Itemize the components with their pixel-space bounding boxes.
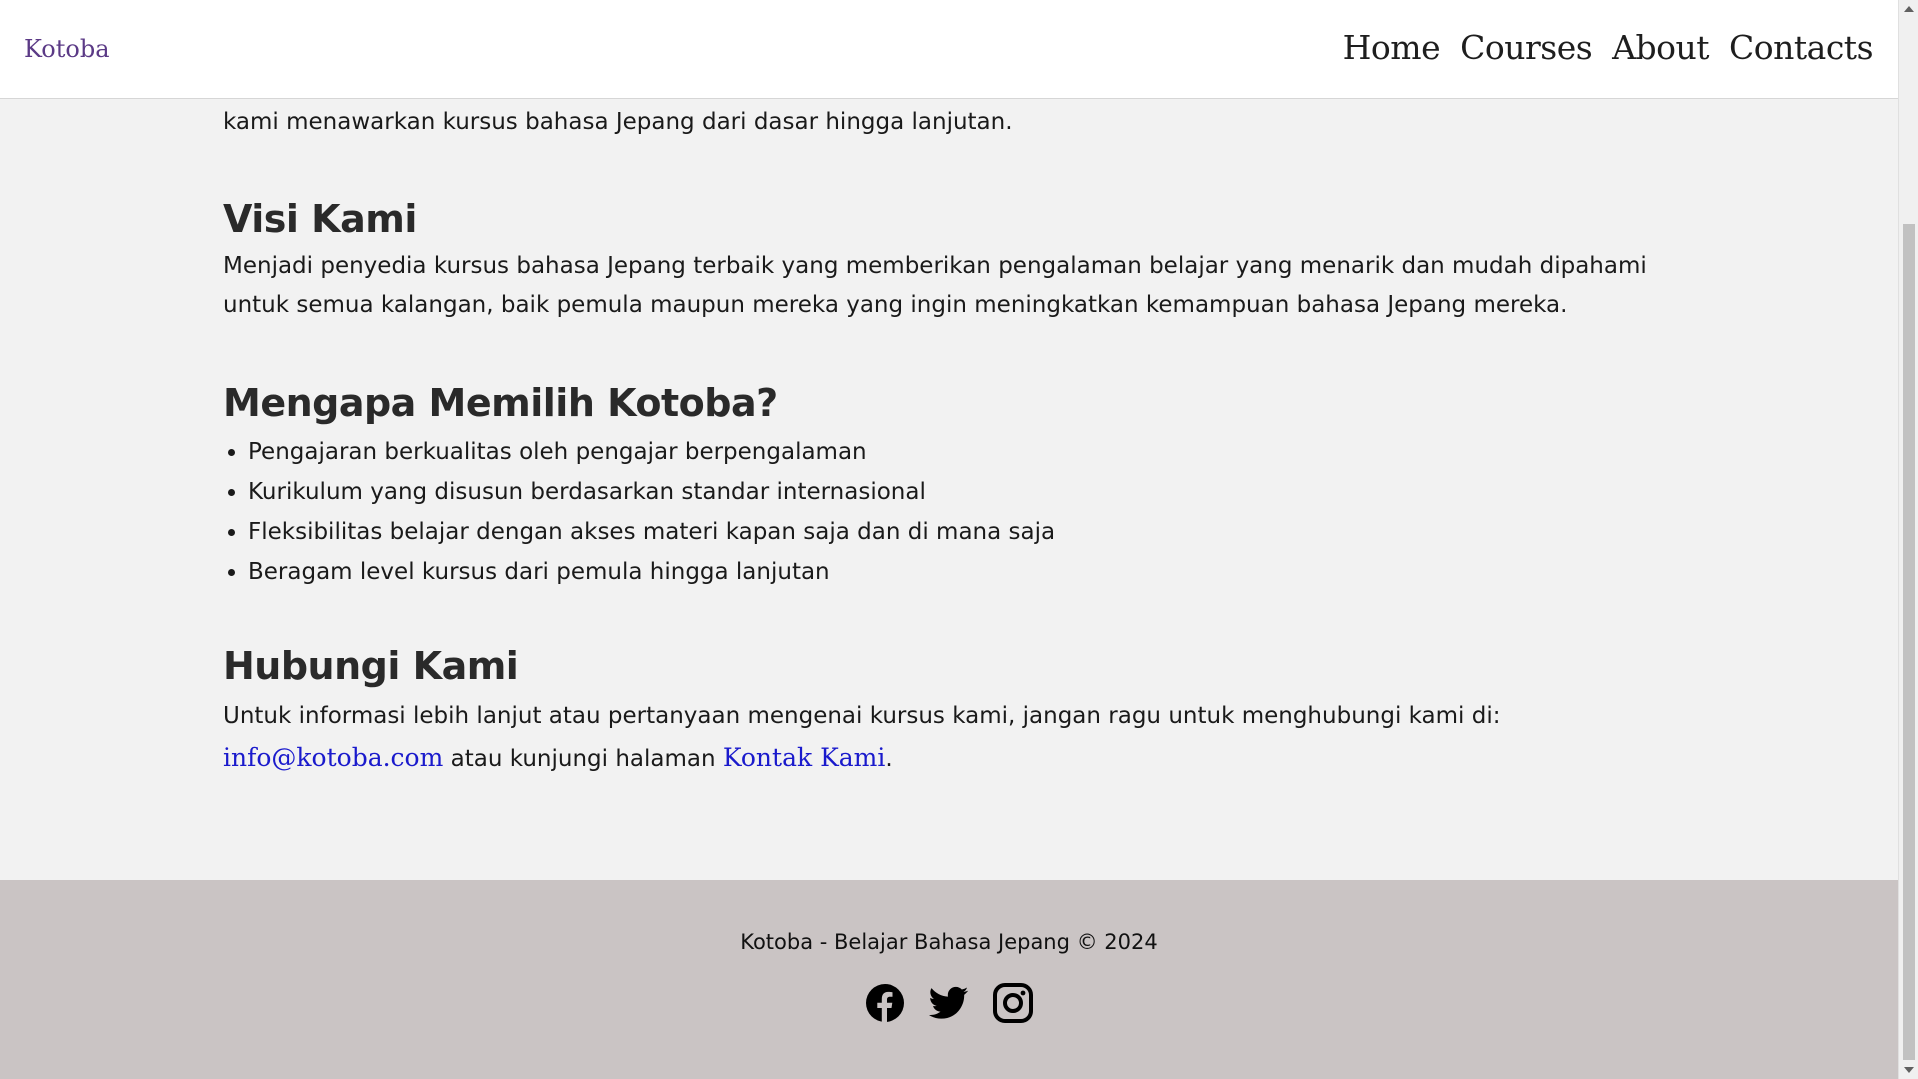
why-heading: Mengapa Memilih Kotoba? bbox=[223, 381, 778, 425]
nav-about[interactable]: About bbox=[1612, 28, 1709, 67]
vertical-scrollbar[interactable] bbox=[1898, 0, 1918, 1079]
contact-text-after: . bbox=[885, 746, 893, 772]
list-item: Kurikulum yang disusun berdasarkan stand… bbox=[248, 472, 1055, 512]
brand-logo-link[interactable]: Kotoba bbox=[24, 35, 110, 63]
contact-text: Untuk informasi lebih lanjut atau pertan… bbox=[223, 695, 1663, 780]
page: Kotoba Home Courses About Contacts kami … bbox=[0, 0, 1918, 1079]
why-list: Pengajaran berkualitas oleh pengajar ber… bbox=[223, 432, 1055, 592]
twitter-icon[interactable] bbox=[929, 983, 969, 1023]
scroll-down-arrow-icon[interactable] bbox=[1904, 1067, 1914, 1073]
contact-heading: Hubungi Kami bbox=[223, 644, 519, 688]
nav-contacts[interactable]: Contacts bbox=[1729, 28, 1873, 67]
instagram-icon[interactable] bbox=[993, 983, 1033, 1023]
list-item: Fleksibilitas belajar dengan akses mater… bbox=[248, 512, 1055, 552]
nav-home[interactable]: Home bbox=[1343, 28, 1441, 67]
email-link[interactable]: info@kotoba.com bbox=[223, 743, 443, 772]
contact-text-middle: atau kunjungi halaman bbox=[443, 746, 723, 772]
visi-heading: Visi Kami bbox=[223, 197, 417, 241]
scroll-up-arrow-icon[interactable] bbox=[1904, 6, 1914, 12]
visi-text: Menjadi penyedia kursus bahasa Jepang te… bbox=[223, 253, 1647, 318]
site-header: Kotoba Home Courses About Contacts bbox=[0, 0, 1898, 99]
list-item: Beragam level kursus dari pemula hingga … bbox=[248, 552, 1055, 592]
social-links bbox=[0, 983, 1898, 1023]
contact-page-link[interactable]: Kontak Kami bbox=[723, 743, 886, 772]
footer-copyright: Kotoba - Belajar Bahasa Jepang © 2024 bbox=[740, 930, 1158, 954]
intro-text: kami menawarkan kursus bahasa Jepang dar… bbox=[223, 109, 1013, 135]
list-item: Pengajaran berkualitas oleh pengajar ber… bbox=[248, 432, 1055, 472]
facebook-icon[interactable] bbox=[865, 983, 905, 1023]
main-nav: Home Courses About Contacts bbox=[1343, 28, 1874, 67]
contact-text-before: Untuk informasi lebih lanjut atau pertan… bbox=[223, 703, 1501, 729]
site-footer: Kotoba - Belajar Bahasa Jepang © 2024 bbox=[0, 880, 1898, 1079]
nav-courses[interactable]: Courses bbox=[1460, 28, 1593, 67]
scrollbar-thumb[interactable] bbox=[1903, 224, 1915, 1060]
